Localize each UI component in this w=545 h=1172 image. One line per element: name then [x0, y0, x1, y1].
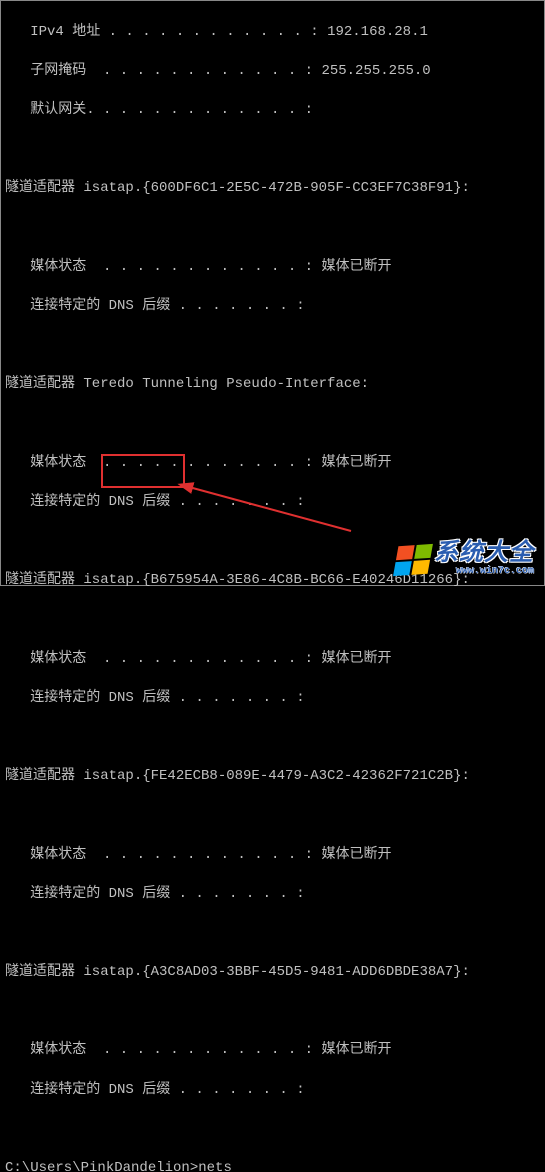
media1-line: 媒体状态 . . . . . . . . . . . . : 媒体已断开 — [5, 258, 540, 278]
adapter1-id: isatap.{600DF6C1-2E5C-472B-905F-CC3EF7C3… — [83, 180, 469, 196]
subnet-line: 子网掩码 . . . . . . . . . . . . : 255.255.2… — [5, 62, 540, 82]
ipv4-line: IPv4 地址 . . . . . . . . . . . . : 192.16… — [5, 23, 540, 43]
subnet-label: 子网掩码 . . . . . . . . . . . . : — [5, 63, 321, 79]
dns5-line: 连接特定的 DNS 后缀 . . . . . . . : — [5, 1081, 540, 1101]
adapter3-line: 隧道适配器 isatap.{B675954A-3E86-4C8B-BC66-E4… — [5, 571, 540, 591]
adapter2-id: Teredo Tunneling Pseudo-Interface: — [83, 376, 369, 392]
media3-line: 媒体状态 . . . . . . . . . . . . : 媒体已断开 — [5, 650, 540, 670]
dns1-line: 连接特定的 DNS 后缀 . . . . . . . : — [5, 297, 540, 317]
adapter2-line: 隧道适配器 Teredo Tunneling Pseudo-Interface: — [5, 375, 540, 395]
adapter5-id: isatap.{A3C8AD03-3BBF-45D5-9481-ADD6DBDE… — [83, 964, 469, 980]
prompt-line[interactable]: C:\Users\PinkDandelion>nets — [5, 1159, 540, 1172]
gateway-line: 默认网关. . . . . . . . . . . . . : — [5, 101, 540, 121]
adapter4-id: isatap.{FE42ECB8-089E-4479-A3C2-42362F72… — [83, 768, 469, 784]
gateway-label: 默认网关. . . . . . . . . . . . . : — [5, 102, 313, 118]
ipv4-value: 192.168.28.1 — [327, 24, 428, 40]
adapter4-line: 隧道适配器 isatap.{FE42ECB8-089E-4479-A3C2-42… — [5, 767, 540, 787]
media2-line: 媒体状态 . . . . . . . . . . . . : 媒体已断开 — [5, 454, 540, 474]
dns4-line: 连接特定的 DNS 后缀 . . . . . . . : — [5, 885, 540, 905]
subnet-value: 255.255.255.0 — [321, 63, 430, 79]
media4-line: 媒体状态 . . . . . . . . . . . . : 媒体已断开 — [5, 846, 540, 866]
prompt-cmd: nets — [198, 1160, 232, 1172]
ipv4-label: IPv4 地址 . . . . . . . . . . . . : — [5, 24, 327, 40]
terminal-output[interactable]: IPv4 地址 . . . . . . . . . . . . : 192.16… — [1, 1, 544, 1172]
adapter5-line: 隧道适配器 isatap.{A3C8AD03-3BBF-45D5-9481-AD… — [5, 963, 540, 983]
dns3-line: 连接特定的 DNS 后缀 . . . . . . . : — [5, 689, 540, 709]
prompt-label: C:\Users\PinkDandelion> — [5, 1160, 198, 1172]
adapter1-line: 隧道适配器 isatap.{600DF6C1-2E5C-472B-905F-CC… — [5, 179, 540, 199]
dns2-line: 连接特定的 DNS 后缀 . . . . . . . : — [5, 493, 540, 513]
media5-line: 媒体状态 . . . . . . . . . . . . : 媒体已断开 — [5, 1041, 540, 1061]
